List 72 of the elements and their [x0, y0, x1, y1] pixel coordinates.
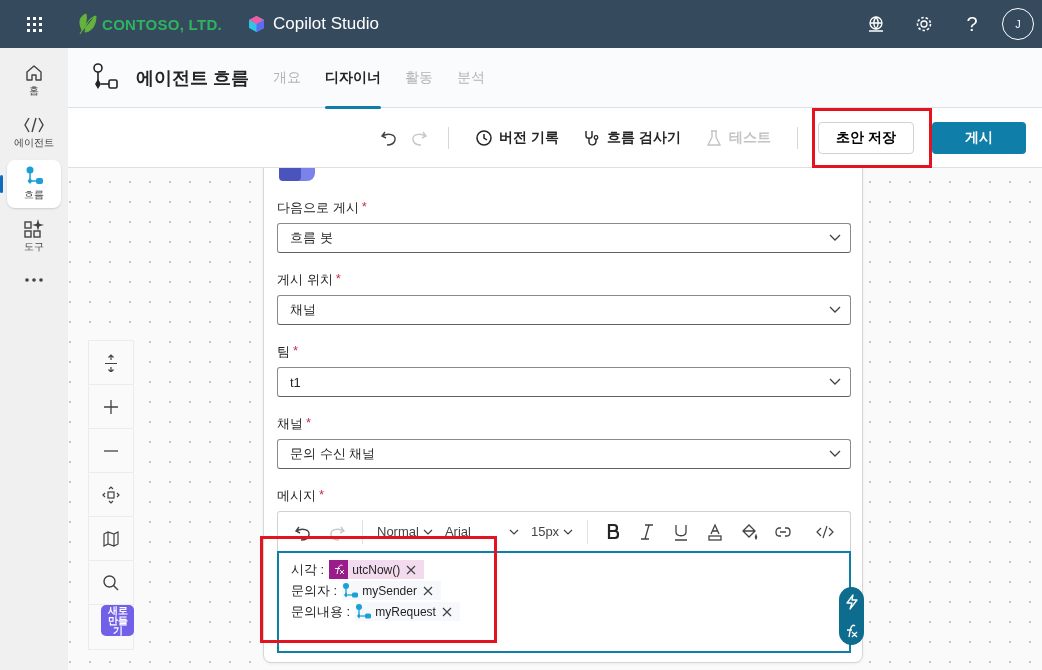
nav-item[interactable]: 에이전트	[7, 108, 61, 156]
dropdown[interactable]: 채널	[277, 295, 851, 325]
save-draft-button[interactable]: 초안 저장	[818, 121, 914, 154]
fill-bucket-icon[interactable]	[740, 522, 759, 541]
flow-icon	[355, 603, 372, 620]
page-title: 에이전트 흐름	[136, 66, 249, 90]
product-name: Copilot Studio	[273, 14, 379, 34]
format-dropdown[interactable]: 15px	[526, 524, 578, 539]
app-launcher-icon[interactable]	[26, 16, 42, 32]
home-icon	[23, 62, 45, 82]
field-label: 게시 위치	[277, 271, 333, 289]
flow-icon	[342, 582, 359, 599]
fx-icon	[844, 624, 859, 638]
nav-item[interactable]: 도구	[7, 212, 61, 260]
nav-item[interactable]: 홈	[7, 56, 61, 104]
chevron-down-icon	[422, 528, 433, 535]
required-mark: *	[361, 199, 367, 216]
flask-icon	[705, 128, 723, 147]
close-icon[interactable]	[441, 606, 452, 617]
chevron-down-icon	[829, 306, 841, 314]
nav-item[interactable]: 흐름	[7, 160, 61, 208]
message-editor[interactable]: 시각 : utcNow() 문의자 : mySender 문의내용 : myRequest	[277, 551, 851, 653]
leaf-icon	[76, 12, 98, 36]
lightning-icon	[844, 594, 859, 610]
clock-icon	[475, 128, 494, 147]
required-mark: *	[293, 343, 299, 360]
new-badge: 새로 만들기	[101, 605, 134, 636]
globe-icon[interactable]	[867, 15, 885, 33]
required-mark: *	[335, 271, 341, 288]
required-mark: *	[306, 415, 312, 432]
dropdown[interactable]: t1	[277, 367, 851, 397]
cube-logo-icon	[248, 15, 265, 33]
tools-icon	[23, 218, 45, 238]
close-icon[interactable]	[406, 564, 417, 575]
dynamic-content-button[interactable]	[839, 587, 864, 645]
selection-indicator	[0, 175, 3, 193]
dropdown[interactable]: 흐름 봇	[277, 223, 851, 253]
chevron-down-icon	[829, 378, 841, 386]
settings-icon[interactable]	[915, 15, 933, 33]
message-text: 문의자 :	[291, 581, 338, 600]
field-label: 팀	[277, 343, 290, 361]
toolbar-button[interactable]: 버전 기록	[463, 121, 572, 154]
search-icon[interactable]	[102, 573, 120, 592]
zoom-in-icon[interactable]	[102, 397, 120, 416]
field-label: 메시지	[277, 487, 316, 505]
message-text: 문의내용 :	[291, 602, 351, 621]
brand-name: CONTOSO, LTD.	[102, 15, 222, 33]
field-label: 채널	[277, 415, 303, 433]
help-button[interactable]: ?	[948, 12, 996, 36]
tab[interactable]: 디자이너	[313, 47, 393, 108]
font-color-icon[interactable]	[706, 522, 725, 541]
fx-glyph	[332, 564, 346, 575]
close-icon[interactable]	[422, 585, 433, 596]
center-icon[interactable]	[102, 485, 120, 504]
chevron-down-icon	[508, 528, 519, 535]
required-mark: *	[319, 487, 325, 504]
publish-button[interactable]: 게시	[932, 121, 1026, 154]
field-label: 다음으로 게시	[277, 199, 359, 217]
chevron-down-icon	[563, 528, 574, 535]
variable-token[interactable]: myRequest	[355, 602, 460, 621]
map-icon[interactable]	[102, 529, 120, 548]
format-dropdown[interactable]: Arial	[440, 524, 523, 539]
expression-token[interactable]: utcNow()	[329, 560, 425, 579]
more-icon[interactable]	[25, 278, 43, 282]
fit-height-icon[interactable]	[102, 353, 120, 372]
variable-token[interactable]: mySender	[342, 581, 441, 600]
format-dropdown[interactable]: Normal	[373, 524, 437, 539]
toolbar-button[interactable]: 흐름 검사기	[571, 121, 693, 154]
chevron-down-icon	[829, 234, 841, 242]
message-text: 시각 :	[291, 560, 325, 579]
dropdown[interactable]: 문의 수신 채널	[277, 439, 851, 469]
chevron-down-icon	[829, 450, 841, 458]
